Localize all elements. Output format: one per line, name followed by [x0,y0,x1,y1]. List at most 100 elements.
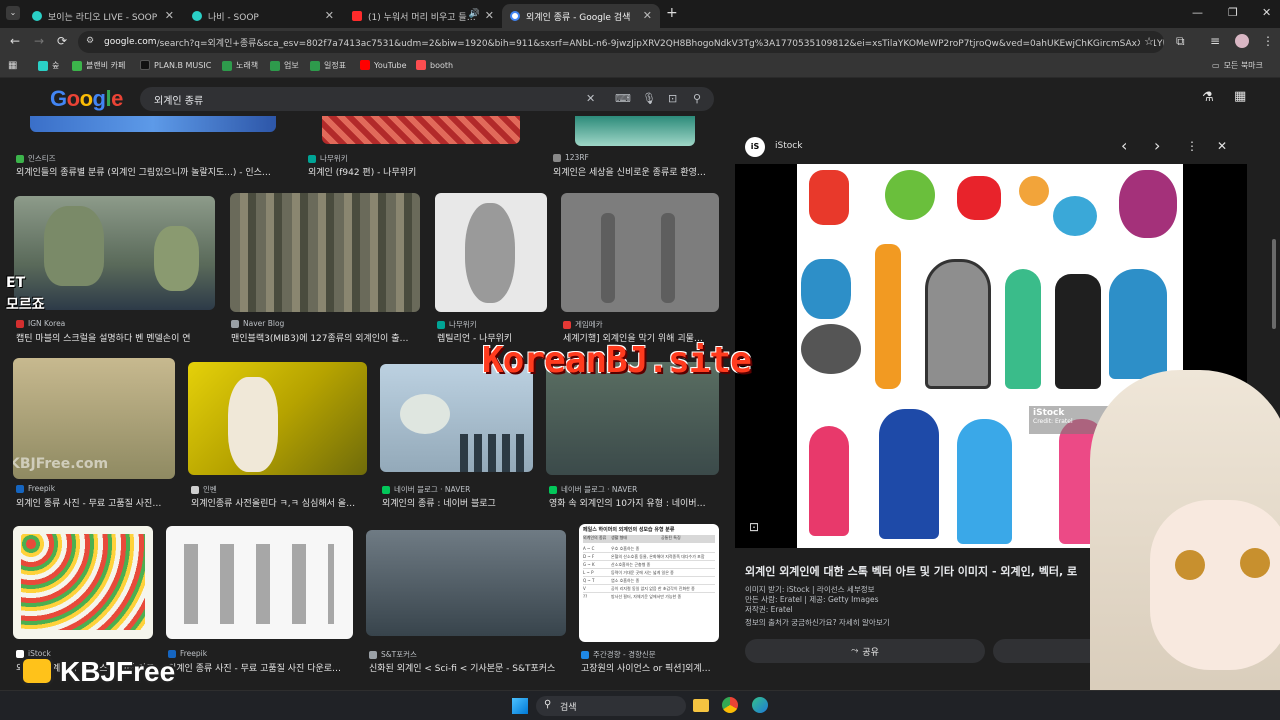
source-label: S&T포커스 [381,650,417,659]
bookmark-item[interactable]: 일정표 [310,60,346,71]
result-caption[interactable]: 외계인 (f942 편) - 나무위키 [308,165,538,178]
result-caption[interactable]: 외계인 종류 사진 - 무료 고품질 사진 다운로… [168,661,354,674]
result-caption[interactable]: 외계인들의 종류별 분류 (외계인 그림있으니까 놀랄지도...) - 인스… [16,165,286,178]
extensions-icon[interactable]: ⧉ [1176,34,1185,49]
result-source[interactable]: Naver Blog [231,319,284,328]
result-caption[interactable]: 고장원의 사이언스 or 픽션]외계… [581,661,721,674]
reload-icon[interactable]: ⟳ [57,34,67,48]
result-caption[interactable]: 신화된 외계인 < Sci-fi < 기사본문 - S&T포커스 [369,661,569,674]
search-icon[interactable]: ⚲ [693,92,701,105]
lens-icon[interactable]: ⊡ [668,92,677,105]
labs-icon[interactable]: ⚗ [1202,90,1214,105]
bookmark-item[interactable]: 숲 [38,60,59,71]
close-window-button[interactable]: ✕ [1262,6,1271,19]
tab-youtube[interactable]: (1) 누워서 머리 비우고 들… 🔊 ✕ [344,4,502,28]
result-source[interactable]: 나무위키 [437,319,477,330]
site-icon [231,319,239,328]
forward-icon[interactable]: → [34,34,44,48]
result-image[interactable] [322,116,520,144]
result-image-greys[interactable]: KBJFree.com [13,358,175,479]
close-icon[interactable]: ✕ [643,9,652,22]
result-image[interactable] [30,116,276,132]
tab-search-button[interactable]: ⌄ [6,6,20,20]
result-source[interactable]: 게임메카 [563,319,603,330]
result-caption[interactable]: 외계인종류 사전올린다 ㅋ,ㅋ 심심해서 올… [191,496,367,509]
prev-icon[interactable]: ‹ [1121,136,1127,155]
keyboard-icon[interactable]: ⌨ [615,92,631,105]
menu-icon[interactable]: ⋮ [1262,34,1274,48]
panel-scrollbar[interactable] [1272,239,1276,329]
windows-start-icon[interactable] [512,698,528,714]
back-icon[interactable]: ← [10,34,20,48]
tab-soop-nabi[interactable]: 나비 - SOOP ✕ [184,4,342,28]
bookmark-label: 블랜비 카페 [86,61,126,70]
bookmark-item[interactable]: YouTube [360,60,407,70]
close-icon[interactable]: ✕ [1217,139,1227,153]
result-source[interactable]: 인스티즈 [16,153,56,164]
all-bookmarks[interactable]: ▭ 모든 북마크 [1212,60,1263,71]
close-icon[interactable]: ✕ [165,9,174,22]
result-caption[interactable]: 외계인은 세상을 신비로운 종류로 환영… [553,165,718,178]
result-image-find-alien[interactable] [13,526,153,639]
bookmark-item[interactable]: 노래책 [222,60,258,71]
address-bar[interactable]: ⚙ google.com/search?q=외계인+종류&sca_esv=802… [78,31,1164,53]
apps-icon[interactable]: ▦ [8,60,17,71]
next-icon[interactable]: › [1154,136,1160,155]
clear-icon[interactable]: ✕ [586,92,595,105]
result-image[interactable] [575,116,695,146]
panel-site[interactable]: iStock [775,141,802,151]
bookmark-item[interactable]: booth [416,60,453,70]
minimize-button[interactable]: — [1192,6,1203,19]
share-button[interactable]: ⤳ 공유 [745,639,985,663]
result-image-grey[interactable] [561,193,719,312]
close-icon[interactable]: ✕ [485,9,494,22]
panel-meta-4[interactable]: 정보의 출처가 궁금하신가요? 자세히 알아보기 [745,617,890,628]
bookmark-item[interactable]: 업보 [270,60,299,71]
google-logo[interactable]: Google [50,86,123,112]
result-image-grey-aliens[interactable] [166,526,353,639]
more-icon[interactable]: ⋮ [1186,139,1198,153]
lens-search-icon[interactable]: ⊡ [749,520,759,534]
tab-google-search[interactable]: 외계인 종류 - Google 검색 ✕ [502,4,660,28]
result-caption[interactable]: 캡틴 마블의 스크럴을 설명하다 벤 멘델손이 연 [16,331,216,344]
chrome-icon[interactable] [722,697,738,713]
result-source[interactable]: Freepik [16,484,55,493]
search-box[interactable]: 외계인 종류 ✕ ⌨ 🎙 ⊡ ⚲ [140,87,714,111]
result-source[interactable]: 나무위키 [308,153,348,164]
media-icon[interactable]: ≡ [1210,34,1220,48]
tab-soop-radio[interactable]: 보이는 라디오 LIVE - SOOP ✕ [24,4,182,28]
result-caption[interactable]: 외계인 종류 사진 - 무료 고품질 사진… [16,496,176,509]
table-cell: D ~ F [583,554,595,559]
result-caption[interactable]: 맨인블랙3(MIB3)에 127종류의 외계인이 출… [231,331,421,344]
close-icon[interactable]: ✕ [325,9,334,22]
result-source[interactable]: S&T포커스 [369,649,417,660]
restore-button[interactable]: ❐ [1228,6,1238,19]
file-explorer-icon[interactable] [693,699,709,712]
bookmarks-bar: ▦ 숲 블랜비 카페 PLAN.B MUSIC 노래책 업보 일정표 YouTu… [0,56,1280,78]
result-source[interactable]: 주간경향 - 경향신문 [581,649,656,660]
result-image-mib[interactable] [230,193,420,312]
result-caption[interactable]: 외계인의 종류 : 네이버 블로그 [382,496,532,509]
profile-avatar[interactable] [1235,34,1249,48]
apps-grid-icon[interactable]: ▦ [1234,89,1246,104]
result-source[interactable]: 네이버 블로그 · NAVER [382,484,470,495]
result-image-blonde[interactable] [188,362,367,475]
bookmark-star-icon[interactable]: ☆ [1140,35,1154,48]
bookmark-item[interactable]: 블랜비 카페 [72,60,125,71]
result-image-figure[interactable] [366,530,566,636]
result-source[interactable]: IGN Korea [16,319,65,328]
bookmark-item[interactable]: PLAN.B MUSIC [140,60,211,70]
edge-icon[interactable] [752,697,768,713]
result-source[interactable]: 123RF [553,153,589,162]
result-caption[interactable]: 영화 속 외계인의 10가지 유형 : 네이버… [549,496,721,509]
result-image-table[interactable]: 페일스 하이머의 외계인의 성모습 유형 분류 외계인의 종류 생활 형태 공통… [579,524,719,642]
result-source[interactable]: 네이버 블로그 · NAVER [549,484,637,495]
result-source[interactable]: 인벤 [191,484,217,495]
taskbar-search[interactable]: ⚲ 검색 [536,696,686,716]
new-tab-button[interactable]: + [666,5,678,21]
microphone-icon[interactable]: 🎙 [642,92,656,105]
browser-toolbar: ← → ⟳ ⚙ google.com/search?q=외계인+종류&sca_e… [0,28,1280,56]
bookmark-label: 모든 북마크 [1223,61,1263,70]
site-info-icon[interactable]: ⚙ [86,36,94,46]
result-image-reptilian[interactable] [435,193,547,312]
